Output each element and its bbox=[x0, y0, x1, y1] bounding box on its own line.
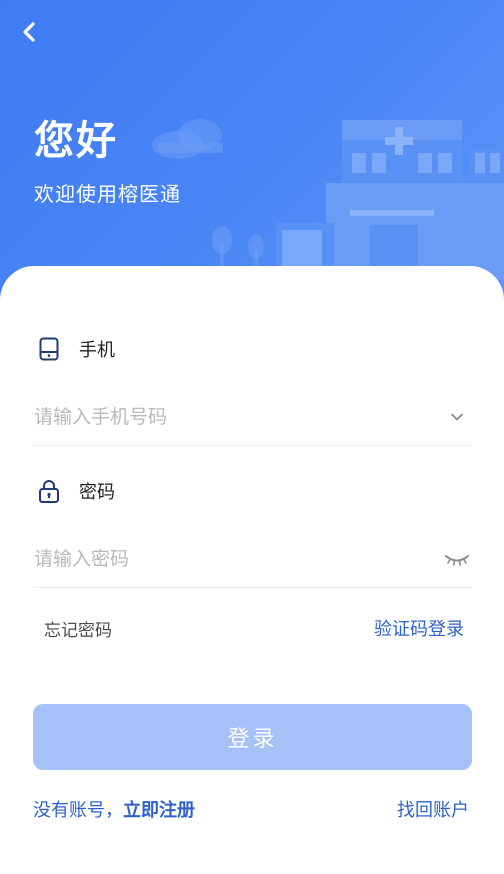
phone-input-row bbox=[34, 388, 472, 446]
page-title: 您好 bbox=[34, 118, 118, 164]
phone-icon bbox=[39, 337, 59, 361]
password-visibility-toggle[interactable] bbox=[442, 547, 472, 571]
hospital-illustration bbox=[152, 119, 504, 280]
phone-dropdown-button[interactable] bbox=[442, 405, 472, 429]
eye-closed-icon[interactable] bbox=[443, 550, 471, 568]
lock-icon bbox=[39, 480, 59, 503]
forgot-password-link[interactable]: 忘记密码 bbox=[44, 616, 112, 641]
password-input-row bbox=[34, 530, 472, 588]
register-link[interactable]: 立即注册 bbox=[123, 800, 195, 821]
password-input[interactable] bbox=[34, 538, 442, 579]
header: 您好 欢迎使用榕医通 bbox=[0, 0, 504, 300]
back-button[interactable] bbox=[14, 16, 46, 48]
register-row: 没有账号，立即注册 bbox=[33, 796, 195, 822]
recover-account-link[interactable]: 找回账户 bbox=[397, 796, 469, 822]
no-account-text: 没有账号， bbox=[33, 800, 123, 821]
password-label: 密码 bbox=[79, 482, 115, 503]
page-subtitle: 欢迎使用榕医通 bbox=[34, 182, 181, 206]
chevron-down-icon[interactable] bbox=[449, 409, 465, 425]
phone-label-row: 手机 bbox=[36, 336, 115, 362]
chevron-left-icon[interactable] bbox=[14, 16, 46, 48]
password-label-row: 密码 bbox=[36, 478, 115, 504]
phone-input[interactable] bbox=[34, 396, 442, 437]
phone-label: 手机 bbox=[79, 340, 115, 361]
code-login-link[interactable]: 验证码登录 bbox=[374, 615, 464, 641]
login-button[interactable]: 登录 bbox=[33, 704, 472, 770]
